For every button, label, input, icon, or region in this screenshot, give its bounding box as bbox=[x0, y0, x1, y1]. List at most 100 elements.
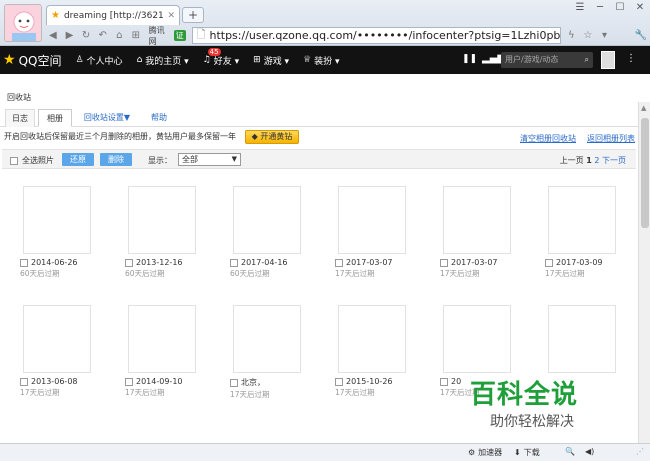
nav-friends[interactable]: ♫ 45 好友 ▾ bbox=[196, 47, 246, 67]
nav-label: 装扮 ▾ bbox=[314, 56, 340, 67]
nav-label: 游戏 ▾ bbox=[263, 56, 290, 67]
nav-personal-center[interactable]: ♙ 个人中心 bbox=[68, 54, 129, 67]
address-bar[interactable]: 🗋 https://user.qzone.qq.com/••••••••/inf… bbox=[191, 27, 562, 44]
site-identity[interactable]: 腾讯网 证 bbox=[146, 25, 189, 47]
favorite-star-icon[interactable]: ☆ bbox=[581, 30, 595, 41]
pause-icon[interactable]: ❚❚ bbox=[462, 54, 477, 64]
nav-games[interactable]: ⊞ 游戏 ▾ bbox=[246, 54, 296, 67]
qzone-star-icon: ★ bbox=[3, 52, 16, 68]
tools-icon[interactable]: 🔧 bbox=[634, 30, 648, 41]
photo-thumbnail[interactable] bbox=[338, 186, 406, 254]
photo-card[interactable]: 北京， 17天后过期 bbox=[230, 305, 312, 400]
next-page-link[interactable]: 下一页 bbox=[602, 156, 626, 165]
tab-recycle-settings[interactable]: 回收站设置▼ bbox=[80, 109, 134, 127]
photo-checkbox[interactable] bbox=[125, 258, 133, 267]
restore-button[interactable]: 还原 bbox=[62, 153, 94, 166]
photo-card[interactable]: 2013-12-16 60天后过期 bbox=[125, 186, 207, 279]
photo-card[interactable]: 2017-03-07 17天后过期 bbox=[335, 186, 417, 279]
photo-card[interactable]: 2013-06-08 17天后过期 bbox=[20, 305, 102, 398]
nav-my-homepage[interactable]: ⌂ 我的主页 ▾ bbox=[130, 54, 196, 67]
recycle-tabs: 日志 相册 回收站设置▼ 帮助 bbox=[0, 107, 638, 127]
photo-card[interactable]: 2017-03-09 17天后过期 bbox=[545, 186, 627, 279]
close-tab-icon[interactable]: ✕ bbox=[167, 11, 175, 21]
minimize-icon[interactable]: ─ bbox=[592, 2, 608, 13]
resize-grip-icon[interactable]: ⋰ bbox=[636, 447, 644, 456]
photo-card[interactable]: 2017-03-07 17天后过期 bbox=[440, 186, 522, 279]
accelerator-item[interactable]: ⚙ 加速器 bbox=[468, 447, 502, 458]
sound-icon[interactable]: ◀) bbox=[585, 447, 594, 456]
photo-card[interactable]: 2017-04-16 60天后过期 bbox=[230, 186, 312, 279]
photo-thumbnail[interactable] bbox=[128, 186, 196, 254]
photo-thumbnail[interactable] bbox=[548, 186, 616, 254]
more-icon[interactable]: ⋮ bbox=[626, 53, 636, 64]
reload-icon[interactable]: ↻ bbox=[79, 30, 93, 41]
photo-checkbox[interactable] bbox=[125, 377, 133, 386]
nav-dressup[interactable]: ♕ 装扮 ▾ bbox=[296, 54, 346, 67]
prev-page-link[interactable]: 上一页 bbox=[560, 156, 584, 165]
photo-checkbox[interactable] bbox=[20, 258, 28, 267]
photo-caption: 2017-03-07 bbox=[440, 258, 522, 267]
forward-icon[interactable]: ▶ bbox=[63, 30, 77, 41]
delete-button[interactable]: 删除 bbox=[100, 153, 132, 166]
mini-avatar[interactable] bbox=[601, 51, 615, 69]
photo-thumbnail[interactable] bbox=[233, 186, 301, 254]
menu-icon[interactable]: ☰ bbox=[572, 2, 588, 13]
lightning-icon[interactable]: ϟ bbox=[564, 30, 578, 41]
apps-icon[interactable]: ⊞ bbox=[129, 30, 143, 41]
photo-checkbox[interactable] bbox=[335, 377, 343, 386]
photo-caption: 2014-09-10 bbox=[125, 377, 207, 386]
open-yellow-diamond-button[interactable]: ◆ 开通黄钻 bbox=[245, 130, 299, 144]
display-filter-select[interactable]: 全部 ▼ bbox=[178, 153, 241, 166]
select-all-checkbox[interactable] bbox=[10, 156, 18, 165]
photo-thumbnail[interactable] bbox=[128, 305, 196, 373]
back-icon[interactable]: ◀ bbox=[46, 30, 60, 41]
photo-thumbnail[interactable] bbox=[23, 305, 91, 373]
tab-help[interactable]: 帮助 bbox=[146, 109, 172, 127]
photo-card[interactable]: 2014-09-10 17天后过期 bbox=[125, 305, 207, 398]
photo-thumbnail[interactable] bbox=[548, 305, 616, 373]
user-avatar[interactable] bbox=[4, 4, 42, 42]
scroll-up-icon[interactable]: ▲ bbox=[641, 104, 646, 112]
photo-checkbox[interactable] bbox=[230, 378, 238, 387]
clear-recycle-link[interactable]: 清空相册回收站 bbox=[520, 133, 576, 144]
photo-checkbox[interactable] bbox=[230, 258, 238, 267]
photo-checkbox[interactable] bbox=[440, 377, 448, 386]
photo-card[interactable]: 2015-10-26 17天后过期 bbox=[335, 305, 417, 398]
maximize-icon[interactable]: ☐ bbox=[612, 2, 628, 13]
new-tab-button[interactable]: + bbox=[182, 7, 204, 23]
qzone-logo[interactable]: ★ QQ空间 bbox=[0, 52, 68, 69]
photo-thumbnail[interactable] bbox=[443, 305, 511, 373]
download-item[interactable]: ⬇ 下载 bbox=[514, 447, 540, 458]
undo-icon[interactable]: ↶ bbox=[96, 30, 110, 41]
photo-checkbox[interactable] bbox=[20, 377, 28, 386]
tab-diary[interactable]: 日志 bbox=[5, 109, 35, 127]
qzone-search-input[interactable]: 用户/游戏/动态 ⌕ bbox=[501, 52, 593, 68]
photo-checkbox[interactable] bbox=[335, 258, 343, 267]
dropdown-icon[interactable]: ▾ bbox=[598, 30, 612, 41]
site-favicon-icon: ★ bbox=[51, 10, 60, 21]
back-to-album-list-link[interactable]: 返回相册列表 bbox=[587, 133, 635, 144]
tab-album[interactable]: 相册 bbox=[38, 109, 72, 127]
photo-checkbox[interactable] bbox=[440, 258, 448, 267]
scrollbar-thumb[interactable] bbox=[641, 118, 649, 228]
photo-thumbnail[interactable] bbox=[443, 186, 511, 254]
watermark-subtitle: 助你轻松解决 bbox=[490, 414, 574, 430]
browser-tab[interactable]: ★ dreaming [http://362125 ✕ bbox=[46, 5, 180, 25]
tab-title: dreaming [http://362125 bbox=[63, 10, 164, 21]
select-all-control[interactable]: 全选照片 bbox=[10, 155, 54, 166]
recycle-notice: 开启回收站后保留最近三个月删除的相册，黄钻用户最多保留一年 bbox=[4, 132, 236, 141]
photo-card[interactable] bbox=[545, 305, 627, 373]
home-icon[interactable]: ⌂ bbox=[112, 30, 126, 41]
photo-thumbnail[interactable] bbox=[23, 186, 91, 254]
photo-thumbnail[interactable] bbox=[338, 305, 406, 373]
photo-card[interactable]: 2014-06-26 60天后过期 bbox=[20, 186, 102, 279]
search-icon[interactable]: ⌕ bbox=[585, 52, 589, 68]
photo-caption: 2014-06-26 bbox=[20, 258, 102, 267]
photo-date: 2014-06-26 bbox=[31, 258, 78, 267]
photo-thumbnail[interactable] bbox=[233, 305, 301, 373]
chevron-down-icon: ▼ bbox=[231, 155, 237, 163]
zoom-icon[interactable]: 🔍 bbox=[565, 447, 575, 456]
close-window-icon[interactable]: ✕ bbox=[632, 2, 648, 13]
photo-checkbox[interactable] bbox=[545, 258, 553, 267]
page-2-link[interactable]: 2 bbox=[594, 156, 599, 165]
